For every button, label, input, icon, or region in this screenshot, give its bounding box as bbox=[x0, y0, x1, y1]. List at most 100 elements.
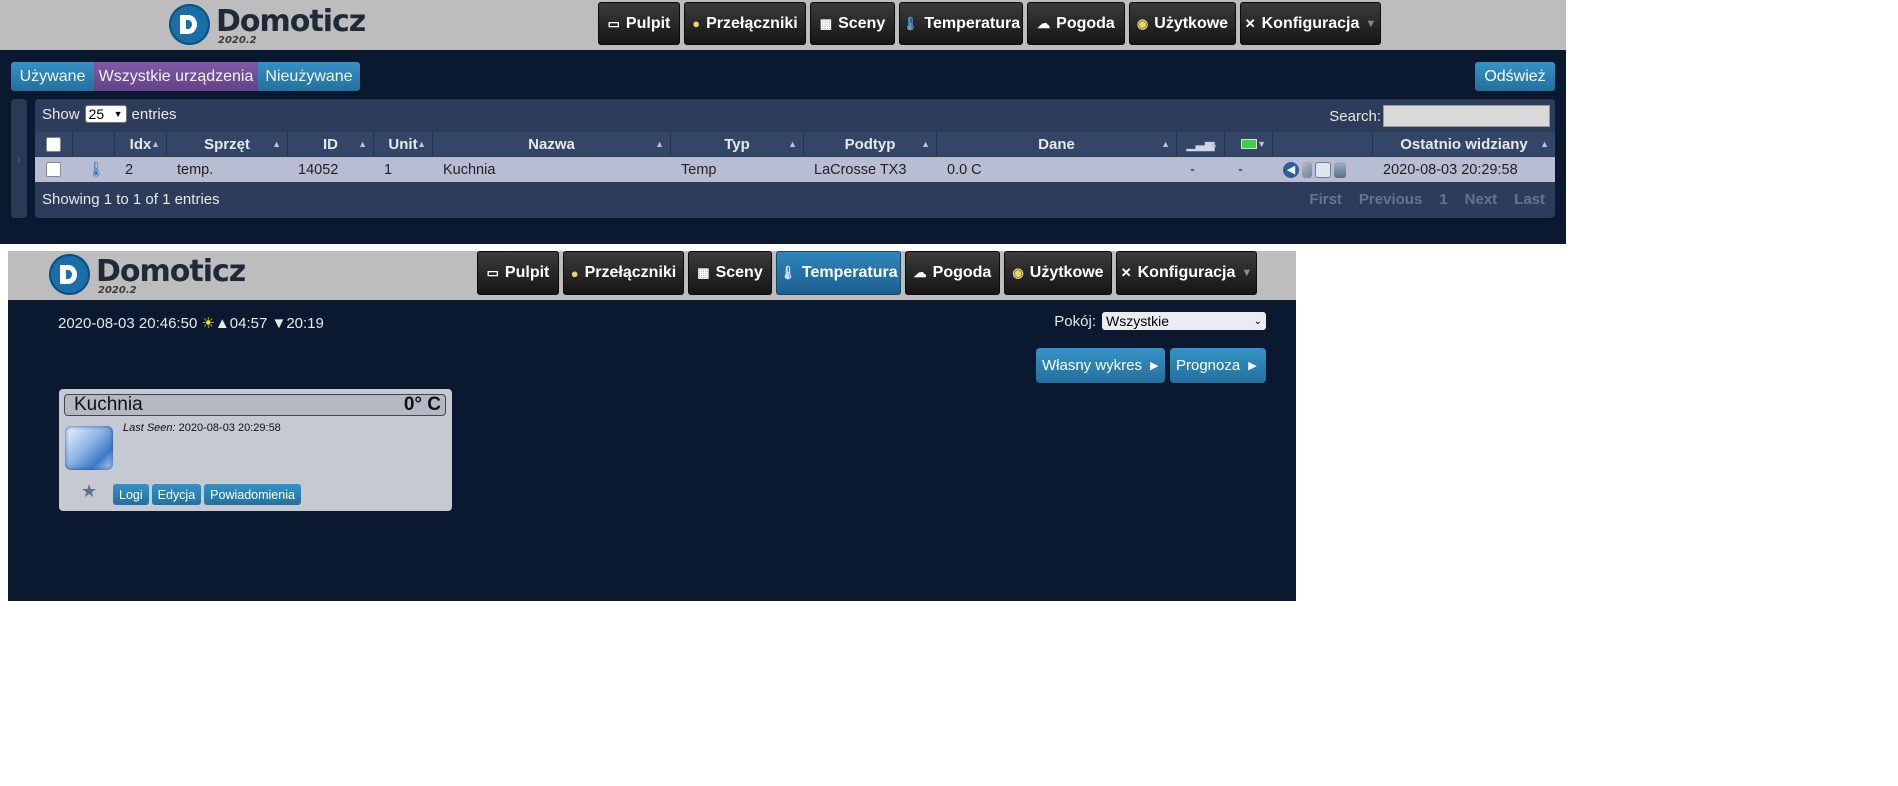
sunrise-time: ▲04:57 bbox=[214, 315, 268, 332]
col-icon bbox=[73, 132, 115, 156]
col-nazwa[interactable]: Nazwa ▲ bbox=[433, 132, 671, 156]
pager-page-1[interactable]: 1 bbox=[1439, 191, 1447, 208]
nav-uzytkowe-label: Użytkowe bbox=[1154, 14, 1229, 32]
clapperboard-icon: ▦ bbox=[697, 265, 710, 280]
nav-przelaczniki-label: Przełączniki bbox=[584, 264, 677, 281]
col-dane[interactable]: Dane ▲ bbox=[937, 132, 1177, 156]
notifications-button[interactable]: Powiadomienia bbox=[204, 484, 301, 505]
cell-unit: 1 bbox=[384, 161, 393, 178]
time-sun-info: 2020-08-03 20:46:50 ☀▲04:57 ▼20:19 bbox=[58, 314, 324, 332]
nav-temperatura[interactable]: 🌡 Temperatura bbox=[776, 251, 901, 295]
row-checkbox[interactable] bbox=[46, 162, 61, 177]
trash-icon[interactable] bbox=[1334, 161, 1346, 178]
device-card: Kuchnia 0° C Last Seen: 2020-08-03 20:29… bbox=[59, 389, 452, 511]
col-battery[interactable]: ▼ bbox=[1225, 132, 1273, 156]
nav-pogoda[interactable]: ☁ Pogoda bbox=[1027, 2, 1125, 45]
room-filter: Pokój: Wszystkie ⌄ bbox=[1054, 312, 1266, 330]
pager-last[interactable]: Last bbox=[1514, 191, 1545, 208]
utility-bulb-icon: ◉ bbox=[1136, 15, 1149, 31]
pager-next[interactable]: Next bbox=[1465, 191, 1498, 208]
chevron-down-icon: ⌄ bbox=[1253, 315, 1262, 327]
table-row[interactable]: 🌡 2 temp. 14052 1 Kuchnia Temp LaCrosse … bbox=[35, 157, 1555, 182]
ice-cube-icon[interactable] bbox=[65, 426, 113, 470]
sort-icon: ▲ bbox=[788, 139, 797, 149]
nav-konfiguracja-label: Konfiguracja bbox=[1261, 14, 1360, 32]
favorite-star-icon[interactable]: ★ bbox=[81, 481, 97, 502]
col-podtyp[interactable]: Podtyp ▲ bbox=[804, 132, 937, 156]
nav-temperatura[interactable]: 🌡 Temperatura bbox=[899, 2, 1023, 45]
select-all-cell bbox=[35, 132, 73, 156]
cell-dane: 0.0 C bbox=[947, 161, 982, 178]
tab-all-devices[interactable]: Wszystkie urządzenia bbox=[94, 62, 258, 91]
top-navbar-2: Domoticz 2020.2 ▭ Pulpit ● Przełączniki ▦ S… bbox=[8, 251, 1296, 301]
custom-chart-button[interactable]: Własny wykres ▶ bbox=[1036, 348, 1165, 383]
back-arrow-icon[interactable]: ◀ bbox=[1283, 161, 1299, 178]
col-unit[interactable]: Unit ▲ bbox=[374, 132, 433, 156]
nav-pulpit[interactable]: ▭ Pulpit bbox=[477, 251, 559, 295]
thermometer-icon: 🌡 bbox=[87, 162, 106, 178]
nav-pulpit[interactable]: ▭ Pulpit bbox=[598, 2, 680, 45]
row-select-cell bbox=[35, 157, 73, 182]
last-seen: Last Seen: 2020-08-03 20:29:58 bbox=[123, 422, 281, 434]
pagination: First Previous 1 Next Last bbox=[1309, 191, 1545, 208]
device-value: 0° C bbox=[403, 394, 441, 415]
custom-chart-label: Własny wykres bbox=[1042, 357, 1143, 374]
nav-konfiguracja[interactable]: ✕ Konfiguracja ▼ bbox=[1116, 251, 1257, 295]
nav-konfiguracja[interactable]: ✕ Konfiguracja ▼ bbox=[1240, 2, 1381, 45]
domoticz-logo[interactable]: Domoticz 2020.2 bbox=[169, 3, 366, 46]
nav-sceny[interactable]: ▦ Sceny bbox=[810, 2, 895, 45]
app-name: Domoticz bbox=[216, 3, 366, 39]
pager-first[interactable]: First bbox=[1309, 191, 1342, 208]
edit-button[interactable]: Edycja bbox=[151, 484, 202, 505]
nav-przelaczniki[interactable]: ● Przełączniki bbox=[684, 2, 806, 45]
col-ostatnio-label: Ostatnio widziany bbox=[1400, 135, 1528, 153]
nav-uzytkowe[interactable]: ◉ Użytkowe bbox=[1004, 251, 1112, 295]
col-ostatnio[interactable]: Ostatnio widziany ▲ bbox=[1373, 132, 1555, 156]
nav-temperatura-label: Temperatura bbox=[801, 264, 898, 281]
room-select-value: Wszystkie bbox=[1106, 313, 1169, 329]
tab-unused[interactable]: Nieużywane bbox=[258, 62, 360, 91]
log-table-icon[interactable] bbox=[1315, 161, 1331, 178]
main-nav: ▭ Pulpit ● Przełączniki ▦ Sceny 🌡 Temperatur… bbox=[598, 2, 1381, 45]
sidebar-toggle[interactable]: › bbox=[11, 99, 27, 218]
sunset-time: ▼20:19 bbox=[271, 315, 324, 332]
page-length-value: 25 bbox=[88, 106, 105, 122]
tools-icon: ✕ bbox=[1244, 15, 1256, 31]
col-idx[interactable]: Idx ▲ bbox=[115, 132, 167, 156]
battery-icon bbox=[1240, 139, 1257, 149]
page-length-select[interactable]: 25 ▼ bbox=[84, 105, 127, 123]
nav-uzytkowe[interactable]: ◉ Użytkowe bbox=[1129, 2, 1236, 45]
main-nav: ▭ Pulpit ● Przełączniki ▦ Sceny 🌡 Temperatur… bbox=[477, 251, 1257, 295]
nav-sceny[interactable]: ▦ Sceny bbox=[688, 251, 772, 295]
entries-label: entries bbox=[131, 105, 177, 123]
log-button[interactable]: Logi bbox=[113, 484, 149, 505]
col-signal[interactable]: ▁▃▅ ▲ bbox=[1177, 132, 1225, 156]
lightbulb-icon: ● bbox=[570, 265, 579, 281]
room-label: Pokój: bbox=[1054, 312, 1096, 330]
forecast-button[interactable]: Prognoza ▶ bbox=[1170, 348, 1266, 383]
edit-pencil-icon[interactable] bbox=[1302, 161, 1312, 178]
nav-sceny-label: Sceny bbox=[838, 14, 886, 32]
search-label: Search: bbox=[1329, 107, 1381, 125]
pager-previous[interactable]: Previous bbox=[1359, 191, 1422, 208]
col-id[interactable]: ID ▲ bbox=[288, 132, 374, 156]
room-select[interactable]: Wszystkie ⌄ bbox=[1102, 312, 1266, 330]
select-all-checkbox[interactable] bbox=[46, 136, 61, 152]
nav-pogoda[interactable]: ☁ Pogoda bbox=[905, 251, 1000, 295]
col-actions bbox=[1273, 132, 1373, 156]
col-sprzet[interactable]: Sprzęt ▲ bbox=[167, 132, 288, 156]
nav-przelaczniki[interactable]: ● Przełączniki bbox=[563, 251, 684, 295]
domoticz-logo[interactable]: Domoticz 2020.2 bbox=[49, 253, 246, 296]
cell-podtyp: LaCrosse TX3 bbox=[814, 161, 907, 178]
top-navbar: Domoticz 2020.2 ▭ Pulpit ● Przełączniki ▦ S… bbox=[0, 0, 1566, 51]
col-typ[interactable]: Typ ▲ bbox=[671, 132, 804, 156]
tab-used[interactable]: Używane bbox=[11, 62, 94, 91]
app-version: 2020.2 bbox=[98, 285, 137, 296]
sort-icon: ▲ bbox=[358, 139, 367, 149]
app-name: Domoticz bbox=[96, 253, 246, 289]
col-nazwa-label: Nazwa bbox=[528, 135, 575, 153]
col-typ-label: Typ bbox=[724, 135, 750, 153]
search-input[interactable] bbox=[1383, 105, 1550, 127]
refresh-button[interactable]: Odśwież bbox=[1475, 62, 1555, 91]
cell-actions: ◀ bbox=[1273, 157, 1373, 182]
